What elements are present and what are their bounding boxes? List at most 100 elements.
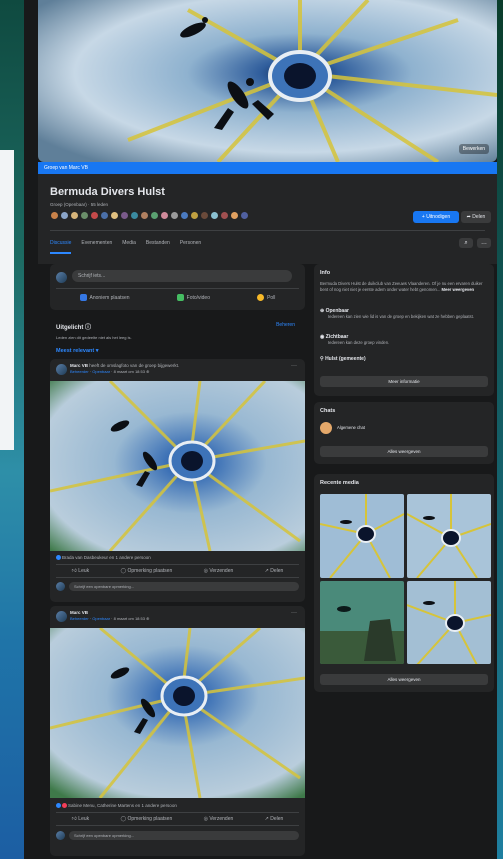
avatar[interactable] xyxy=(210,211,219,220)
featured-subtitle: Leden zien dit gedeelte niet als het lee… xyxy=(56,335,132,340)
cover-photo[interactable]: Bewerken xyxy=(38,0,497,162)
location-row[interactable]: ⚲ Hulst (gemeente) xyxy=(320,356,366,362)
comment-row: Schrijf een openbare opmerking... xyxy=(56,830,299,840)
post-image[interactable] xyxy=(50,628,305,798)
avatar[interactable] xyxy=(60,211,69,220)
avatar[interactable] xyxy=(56,272,67,283)
info-title: Info xyxy=(320,270,331,276)
post-header: Marc VB Beheerder · Openbaar · 8 maart o… xyxy=(56,610,299,624)
edit-cover-button[interactable]: Bewerken xyxy=(458,144,489,154)
reactions-summary[interactable]: Brada van Dasbeukeur en 1 andere persoon xyxy=(56,555,151,560)
post-author[interactable]: Marc VB xyxy=(70,610,88,615)
avatar[interactable] xyxy=(170,211,179,220)
share-button[interactable]: ➦ Delen xyxy=(461,211,491,223)
avatar[interactable] xyxy=(150,211,159,220)
avatar[interactable] xyxy=(220,211,229,220)
tab-files[interactable]: Bestanden xyxy=(146,236,170,254)
share-post-button[interactable]: ↗ Delen xyxy=(265,816,284,822)
avatar[interactable] xyxy=(240,211,249,220)
avatar[interactable] xyxy=(120,211,129,220)
share-post-button[interactable]: ↗ Delen xyxy=(265,568,284,574)
more-info-button[interactable]: Meer informatie xyxy=(320,376,488,387)
invite-button[interactable]: + Uitnodigen xyxy=(413,211,459,223)
send-button[interactable]: ◎ Verzenden xyxy=(204,816,234,822)
post-time[interactable]: 8 maart om 18:53 xyxy=(114,616,145,621)
like-button[interactable]: 👍︎ Leuk xyxy=(72,816,89,822)
post-image[interactable] xyxy=(50,381,305,551)
avatar[interactable] xyxy=(56,581,65,591)
like-reaction-icon xyxy=(56,555,61,560)
avatar[interactable] xyxy=(56,364,67,375)
sort-dropdown[interactable]: Meest relevant ▾ xyxy=(56,348,99,354)
see-more-link[interactable]: Meer weergeven xyxy=(442,287,475,292)
avatar[interactable] xyxy=(140,211,149,220)
post-author[interactable]: Marc VB heeft de omslagfoto van de groep… xyxy=(70,363,179,368)
tab-people[interactable]: Personen xyxy=(180,236,201,254)
info-icon[interactable]: ⓘ xyxy=(85,325,91,331)
poll-button[interactable]: Poll xyxy=(257,294,275,301)
chat-item[interactable]: Algemene chat xyxy=(320,422,365,434)
media-thumbnail[interactable] xyxy=(320,580,404,664)
poll-icon xyxy=(257,294,265,301)
media-thumbnail[interactable] xyxy=(407,494,491,578)
tab-discussion[interactable]: Discussie xyxy=(50,236,72,254)
post-more-icon[interactable]: ··· xyxy=(291,610,297,616)
avatar[interactable] xyxy=(80,211,89,220)
comment-input[interactable]: Schrijf een openbare opmerking... xyxy=(69,581,299,591)
status-badge: Openbaar xyxy=(92,369,111,374)
avatar[interactable] xyxy=(190,211,199,220)
post-actions: 👍︎ Leuk ◯ Opmerking plaatsen ◎ Verzenden… xyxy=(56,564,299,578)
manage-featured-link[interactable]: Beheren xyxy=(276,322,295,328)
search-button[interactable]: ⌕ xyxy=(459,238,473,248)
avatar[interactable] xyxy=(230,211,239,220)
header-divider xyxy=(50,230,485,231)
send-label: Verzenden xyxy=(209,816,234,822)
group-meta: Groep (Openbaar) · 55 leden xyxy=(50,202,109,207)
avatar[interactable] xyxy=(180,211,189,220)
cover-banner[interactable]: Groep van Marc VB xyxy=(38,162,497,174)
avatar[interactable] xyxy=(56,830,65,840)
media-show-all-button[interactable]: Alles weergeven xyxy=(320,674,488,685)
media-grid xyxy=(320,494,491,664)
avatar[interactable] xyxy=(56,611,67,622)
media-thumbnail[interactable] xyxy=(320,494,404,578)
avatar[interactable] xyxy=(110,211,119,220)
group-title: Bermuda Divers Hulst xyxy=(50,186,165,198)
info-card: Info Bermuda Divers Hulst de duikclub va… xyxy=(314,264,494,396)
avatar[interactable] xyxy=(160,211,169,220)
member-avatars[interactable] xyxy=(50,211,250,220)
post-header: Marc VB heeft de omslagfoto van de groep… xyxy=(56,363,299,377)
chats-show-all-button[interactable]: Alles weergeven xyxy=(320,446,488,457)
send-button[interactable]: ◎ Verzenden xyxy=(204,568,234,574)
location-text: Hulst (gemeente) xyxy=(325,356,366,362)
comment-button[interactable]: ◯ Opmerking plaatsen xyxy=(120,816,172,822)
media-thumbnail[interactable] xyxy=(407,580,491,664)
avatar[interactable] xyxy=(70,211,79,220)
avatar[interactable] xyxy=(130,211,139,220)
reactions-summary[interactable]: Sabine Menu, Catherine Martens en 1 ande… xyxy=(56,803,177,808)
composer-input[interactable]: Schrijf iets... xyxy=(72,270,292,282)
avatar[interactable] xyxy=(100,211,109,220)
like-button[interactable]: 👍︎ Leuk xyxy=(72,568,89,574)
avatar[interactable] xyxy=(90,211,99,220)
main-content: Schrijf iets... Anoniem plaatsen Foto/vi… xyxy=(38,264,497,859)
send-label: Verzenden xyxy=(209,568,234,574)
reactions-text: Brada van Dasbeukeur en 1 andere persoon xyxy=(62,555,151,560)
tab-events[interactable]: Evenementen xyxy=(81,236,112,254)
avatar[interactable] xyxy=(200,211,209,220)
avatar[interactable] xyxy=(50,211,59,220)
anonymous-post-button[interactable]: Anoniem plaatsen xyxy=(79,294,130,301)
post-author-suffix: heeft de omslagfoto van de groep bijgewe… xyxy=(89,363,180,368)
comment-button[interactable]: ◯ Opmerking plaatsen xyxy=(120,568,172,574)
more-options-button[interactable]: … xyxy=(477,238,491,248)
photo-video-button[interactable]: Foto/video xyxy=(176,294,210,301)
post-more-icon[interactable]: ··· xyxy=(291,363,297,369)
share-label: Delen xyxy=(472,214,486,220)
post-time[interactable]: 8 maart om 18:53 xyxy=(114,369,145,374)
search-icon: ⌕ xyxy=(464,240,468,246)
globe-icon: ⊕ xyxy=(146,369,150,374)
comment-input[interactable]: Schrijf een openbare opmerking... xyxy=(69,830,299,840)
sort-label: Meest relevant xyxy=(56,348,95,354)
share-post-label: Delen xyxy=(270,816,284,822)
tab-media[interactable]: Media xyxy=(122,236,136,254)
